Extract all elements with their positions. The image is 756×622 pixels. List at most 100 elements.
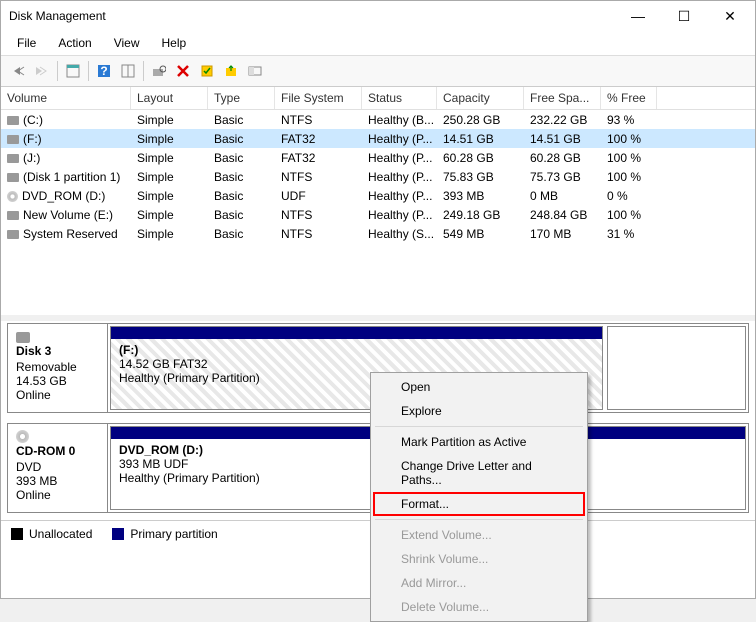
- partition[interactable]: [607, 326, 746, 410]
- menu-item-open[interactable]: Open: [373, 375, 585, 399]
- help-button[interactable]: ?: [93, 60, 115, 82]
- refresh-button[interactable]: [117, 60, 139, 82]
- table-row[interactable]: (F:)SimpleBasicFAT32Healthy (P...14.51 G…: [1, 129, 755, 148]
- cell-pct: 31 %: [601, 226, 657, 242]
- drive-icon: [7, 173, 19, 182]
- cell-status: Healthy (P...: [362, 150, 437, 166]
- cell-status: Healthy (B...: [362, 112, 437, 128]
- svg-text:?: ?: [100, 64, 107, 78]
- col-type[interactable]: Type: [208, 87, 275, 109]
- menu-item-explore[interactable]: Explore: [373, 399, 585, 423]
- disc-icon: [7, 191, 18, 202]
- col-pct-free[interactable]: % Free: [601, 87, 657, 109]
- volume-name: System Reserved: [23, 227, 118, 241]
- partition-size: 14.52 GB FAT32: [119, 357, 594, 371]
- cell-free: 60.28 GB: [524, 150, 601, 166]
- table-row[interactable]: DVD_ROM (D:)SimpleBasicUDFHealthy (P...3…: [1, 186, 755, 205]
- menu-separator: [375, 519, 583, 520]
- drive-icon: [7, 230, 19, 239]
- cell-fs: NTFS: [275, 207, 362, 223]
- volume-name: (C:): [23, 113, 43, 127]
- drive-icon: [7, 211, 19, 220]
- cell-capacity: 393 MB: [437, 188, 524, 204]
- menu-item-extend-volume: Extend Volume...: [373, 523, 585, 547]
- table-row[interactable]: System ReservedSimpleBasicNTFSHealthy (S…: [1, 224, 755, 243]
- drive-icon: [7, 116, 19, 125]
- cell-type: Basic: [208, 226, 275, 242]
- disk-state: Online: [16, 388, 51, 402]
- drive-icon: [7, 135, 19, 144]
- cell-layout: Simple: [131, 131, 208, 147]
- disk-kind: DVD: [16, 460, 41, 474]
- table-row[interactable]: (C:)SimpleBasicNTFSHealthy (B...250.28 G…: [1, 110, 755, 129]
- cell-pct: 100 %: [601, 150, 657, 166]
- back-button[interactable]: [7, 60, 29, 82]
- menubar: File Action View Help: [1, 31, 755, 56]
- menu-action[interactable]: Action: [48, 33, 101, 53]
- legend-swatch-primary: [112, 528, 124, 540]
- cell-layout: Simple: [131, 226, 208, 242]
- col-status[interactable]: Status: [362, 87, 437, 109]
- drive-icon: [16, 332, 30, 343]
- disc-icon: [16, 430, 29, 443]
- drive-icon: [7, 154, 19, 163]
- table-row[interactable]: New Volume (E:)SimpleBasicNTFSHealthy (P…: [1, 205, 755, 224]
- cell-layout: Simple: [131, 112, 208, 128]
- cell-capacity: 75.83 GB: [437, 169, 524, 185]
- cell-type: Basic: [208, 150, 275, 166]
- minimize-button[interactable]: —: [615, 1, 661, 31]
- col-capacity[interactable]: Capacity: [437, 87, 524, 109]
- partition-label: (F:): [119, 343, 594, 357]
- rescan-disks-button[interactable]: [148, 60, 170, 82]
- cell-pct: 0 %: [601, 188, 657, 204]
- disk-size: 393 MB: [16, 474, 57, 488]
- disk-label-cell[interactable]: Disk 3Removable14.53 GBOnline: [8, 324, 108, 412]
- action-button-2[interactable]: [244, 60, 266, 82]
- volume-table: Volume Layout Type File System Status Ca…: [1, 87, 755, 321]
- cell-free: 248.84 GB: [524, 207, 601, 223]
- cell-capacity: 249.18 GB: [437, 207, 524, 223]
- toolbar: ?: [1, 56, 755, 87]
- disk-name: Disk 3: [16, 344, 99, 358]
- cell-status: Healthy (P...: [362, 131, 437, 147]
- col-filesystem[interactable]: File System: [275, 87, 362, 109]
- menu-file[interactable]: File: [7, 33, 46, 53]
- menu-help[interactable]: Help: [152, 33, 197, 53]
- legend-unallocated-label: Unallocated: [29, 527, 92, 541]
- menu-item-add-mirror: Add Mirror...: [373, 571, 585, 595]
- cell-fs: FAT32: [275, 150, 362, 166]
- disk-label-cell[interactable]: CD-ROM 0DVD393 MBOnline: [8, 424, 108, 512]
- cell-type: Basic: [208, 207, 275, 223]
- menu-view[interactable]: View: [104, 33, 150, 53]
- properties-button[interactable]: [196, 60, 218, 82]
- cell-status: Healthy (S...: [362, 226, 437, 242]
- col-free-space[interactable]: Free Spa...: [524, 87, 601, 109]
- table-row[interactable]: (Disk 1 partition 1)SimpleBasicNTFSHealt…: [1, 167, 755, 186]
- col-layout[interactable]: Layout: [131, 87, 208, 109]
- cell-pct: 100 %: [601, 131, 657, 147]
- cell-type: Basic: [208, 188, 275, 204]
- window-title: Disk Management: [9, 9, 106, 23]
- table-body: (C:)SimpleBasicNTFSHealthy (B...250.28 G…: [1, 110, 755, 243]
- col-volume[interactable]: Volume: [1, 87, 131, 109]
- menu-item-mark-partition-as-active[interactable]: Mark Partition as Active: [373, 430, 585, 454]
- menu-item-format[interactable]: Format...: [373, 492, 585, 516]
- cell-layout: Simple: [131, 169, 208, 185]
- menu-item-change-drive-letter-and-paths[interactable]: Change Drive Letter and Paths...: [373, 454, 585, 492]
- forward-button[interactable]: [31, 60, 53, 82]
- show-hide-console-tree-button[interactable]: [62, 60, 84, 82]
- volume-name: DVD_ROM (D:): [22, 189, 105, 203]
- cell-status: Healthy (P...: [362, 188, 437, 204]
- table-header: Volume Layout Type File System Status Ca…: [1, 87, 755, 110]
- cell-free: 14.51 GB: [524, 131, 601, 147]
- partition-header-bar: [111, 327, 602, 339]
- cell-free: 75.73 GB: [524, 169, 601, 185]
- maximize-button[interactable]: ☐: [661, 1, 707, 31]
- close-button[interactable]: ✕: [707, 1, 753, 31]
- delete-button[interactable]: [172, 60, 194, 82]
- menu-item-shrink-volume: Shrink Volume...: [373, 547, 585, 571]
- table-row[interactable]: (J:)SimpleBasicFAT32Healthy (P...60.28 G…: [1, 148, 755, 167]
- action-button-1[interactable]: [220, 60, 242, 82]
- cell-layout: Simple: [131, 207, 208, 223]
- cell-capacity: 250.28 GB: [437, 112, 524, 128]
